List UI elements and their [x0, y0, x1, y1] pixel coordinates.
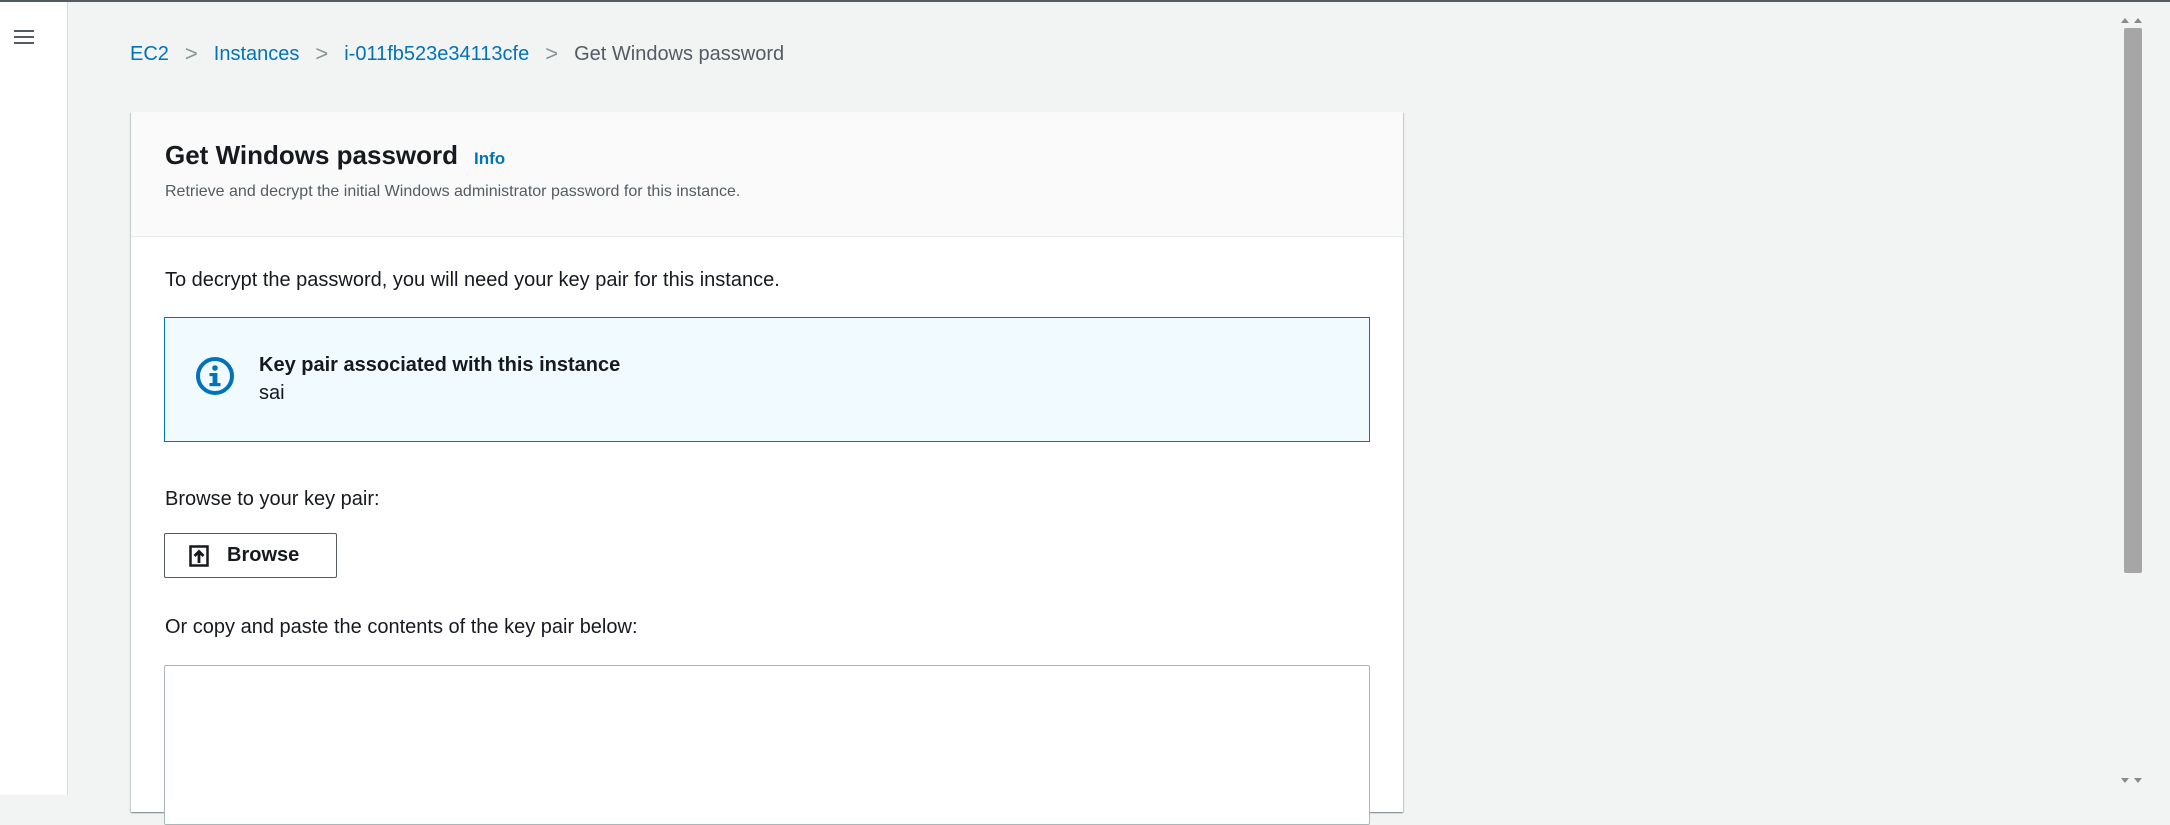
browse-button-label: Browse — [227, 544, 300, 566]
alert-title: Key pair associated with this instance — [259, 354, 621, 376]
intro-text: To decrypt the password, you will need y… — [165, 269, 780, 291]
paste-label: Or copy and paste the contents of the ke… — [165, 616, 638, 638]
scroll-up-icon[interactable] — [2134, 18, 2142, 23]
breadcrumb: EC2 > Instances > i-011fb523e34113cfe > … — [130, 40, 784, 68]
browse-button[interactable]: Browse — [164, 533, 337, 578]
info-circle-icon — [196, 357, 234, 395]
breadcrumb-separator-icon: > — [545, 41, 559, 66]
breadcrumb-instances[interactable]: Instances — [214, 43, 300, 66]
scroll-down-icon[interactable] — [2121, 778, 2129, 783]
scrollbar-thumb[interactable] — [2124, 28, 2142, 573]
key-pair-name: sai — [259, 382, 285, 404]
panel-title-row: Get Windows password Info — [165, 140, 1403, 171]
top-border — [0, 0, 2170, 2]
panel-header: Get Windows password Info Retrieve and d… — [131, 112, 1403, 237]
upload-icon — [189, 544, 209, 567]
breadcrumb-instance-id[interactable]: i-011fb523e34113cfe — [344, 43, 529, 66]
key-pair-info-alert: Key pair associated with this instance s… — [164, 317, 1370, 442]
breadcrumb-current: Get Windows password — [574, 42, 785, 65]
breadcrumb-separator-icon: > — [315, 41, 329, 66]
panel-description: Retrieve and decrypt the initial Windows… — [165, 183, 741, 200]
browse-label: Browse to your key pair: — [165, 488, 380, 510]
breadcrumb-ec2[interactable]: EC2 — [130, 43, 169, 66]
navigation-rail — [0, 2, 68, 795]
scroll-down-icon[interactable] — [2134, 778, 2142, 783]
page-title: Get Windows password — [165, 140, 459, 170]
info-link[interactable]: Info — [474, 149, 505, 169]
hamburger-menu-icon[interactable] — [14, 26, 36, 44]
scroll-up-icon[interactable] — [2121, 18, 2129, 23]
key-pair-contents-textarea[interactable] — [164, 665, 1370, 825]
get-windows-password-panel: Get Windows password Info Retrieve and d… — [131, 112, 1403, 825]
breadcrumb-separator-icon: > — [184, 41, 198, 66]
